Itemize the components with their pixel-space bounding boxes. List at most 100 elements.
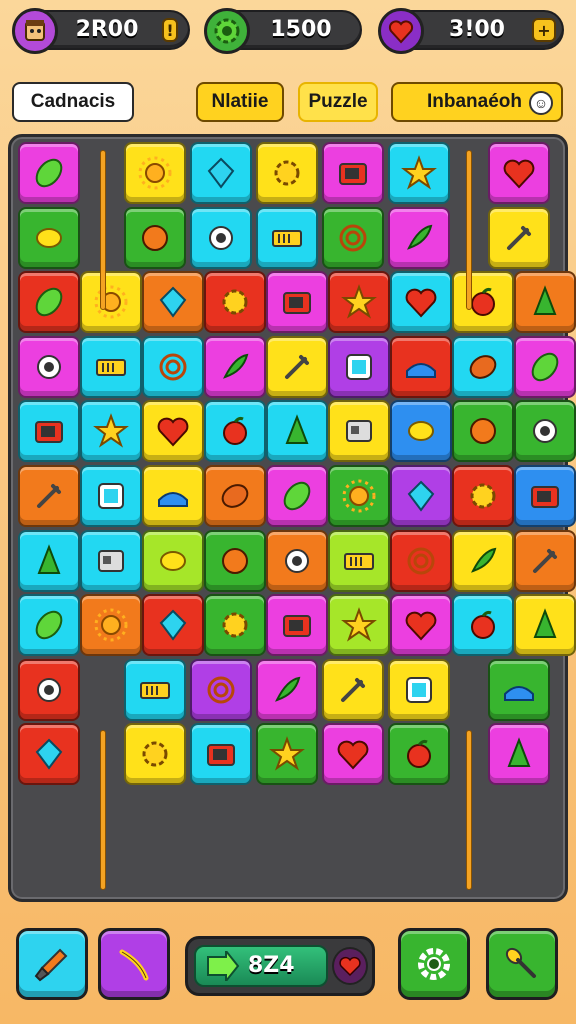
- board-tile[interactable]: [18, 400, 80, 463]
- board-tile[interactable]: [80, 335, 142, 398]
- racket-button[interactable]: [486, 928, 558, 1000]
- board-tile[interactable]: [388, 658, 450, 721]
- gear-value: 1500: [270, 17, 332, 42]
- board-tile[interactable]: [204, 335, 266, 398]
- board-tile[interactable]: [390, 271, 452, 334]
- board-tile[interactable]: [452, 335, 514, 398]
- board-tile[interactable]: [514, 400, 576, 463]
- board-tile[interactable]: [390, 335, 452, 398]
- board-tile[interactable]: [256, 658, 318, 721]
- tab-inbanaeoh[interactable]: Inbanaéoh ☺: [391, 82, 563, 122]
- board-tile[interactable]: [80, 465, 142, 527]
- tab-puzzle[interactable]: Puzzle: [298, 82, 378, 122]
- board-tile[interactable]: [328, 594, 390, 657]
- board-tile[interactable]: [256, 206, 318, 269]
- board-tile[interactable]: [514, 335, 576, 398]
- board-tile[interactable]: [488, 206, 550, 269]
- board-tile[interactable]: [142, 400, 204, 463]
- board-tile[interactable]: [488, 723, 550, 786]
- board-tile[interactable]: [80, 271, 142, 334]
- board-tile[interactable]: [80, 400, 142, 463]
- board-tile[interactable]: [18, 335, 80, 398]
- board-tile[interactable]: [322, 723, 384, 786]
- board-tile[interactable]: [124, 142, 186, 204]
- board-tile[interactable]: [328, 400, 390, 463]
- board-tile[interactable]: [142, 594, 204, 657]
- heart-badge-icon[interactable]: [332, 947, 368, 985]
- board-tile[interactable]: [514, 529, 576, 592]
- settings-button[interactable]: [398, 928, 470, 1000]
- board-tile[interactable]: [328, 271, 390, 334]
- board-tile[interactable]: [488, 142, 550, 204]
- board-tile[interactable]: [18, 658, 80, 721]
- board-tile[interactable]: [256, 142, 318, 204]
- board-tile[interactable]: [452, 529, 514, 592]
- board-tile[interactable]: [18, 271, 80, 334]
- gem-icon: [159, 286, 187, 318]
- resource-gears[interactable]: 1500: [204, 8, 362, 54]
- resource-coins[interactable]: 2R00 !: [12, 8, 190, 54]
- add-hearts-button[interactable]: +: [532, 18, 556, 42]
- tab-nlatiie[interactable]: Nlatiie: [196, 82, 284, 122]
- avatar-icon: [12, 8, 58, 54]
- board-tile[interactable]: [322, 142, 384, 204]
- board-tile[interactable]: [388, 723, 450, 786]
- board-tile[interactable]: [204, 594, 266, 657]
- board-tile[interactable]: [388, 142, 450, 204]
- board-tile[interactable]: [18, 594, 80, 657]
- board-tile[interactable]: [266, 529, 328, 592]
- wand-button[interactable]: [98, 928, 170, 1000]
- board-tile[interactable]: [80, 529, 142, 592]
- board-tile[interactable]: [18, 529, 80, 592]
- board-tile[interactable]: [266, 594, 328, 657]
- board-tile[interactable]: [452, 400, 514, 463]
- board-tile[interactable]: [142, 335, 204, 398]
- board-tile[interactable]: [452, 465, 514, 527]
- board-tile[interactable]: [488, 658, 550, 721]
- eye-icon: [285, 548, 309, 573]
- resource-hearts[interactable]: 3!00 +: [378, 8, 564, 54]
- board-tile[interactable]: [266, 465, 328, 527]
- board-tile[interactable]: [388, 206, 450, 269]
- board-tile[interactable]: [322, 658, 384, 721]
- board-tile[interactable]: [142, 465, 204, 527]
- board-tile[interactable]: [328, 529, 390, 592]
- board-tile[interactable]: [266, 271, 328, 334]
- board-tile[interactable]: [18, 206, 80, 269]
- board-tile[interactable]: [452, 271, 514, 334]
- board-tile[interactable]: [18, 142, 80, 204]
- board-tile[interactable]: [514, 465, 576, 527]
- board-tile[interactable]: [204, 465, 266, 527]
- tab-cadnacis[interactable]: Cadnacis: [12, 82, 134, 122]
- board-tile[interactable]: [190, 206, 252, 269]
- brush-button[interactable]: [16, 928, 88, 1000]
- board-tile[interactable]: [328, 465, 390, 527]
- board-tile[interactable]: [190, 658, 252, 721]
- add-coins-button[interactable]: !: [162, 18, 178, 42]
- board-tile[interactable]: [204, 529, 266, 592]
- board-tile[interactable]: [328, 335, 390, 398]
- board-tile[interactable]: [514, 594, 576, 657]
- board-tile[interactable]: [514, 271, 576, 334]
- board-tile[interactable]: [124, 206, 186, 269]
- board-tile[interactable]: [322, 206, 384, 269]
- board-tile[interactable]: [390, 529, 452, 592]
- board-tile[interactable]: [390, 594, 452, 657]
- board-tile[interactable]: [390, 400, 452, 463]
- board-tile[interactable]: [142, 271, 204, 334]
- board-tile[interactable]: [18, 465, 80, 527]
- board-tile[interactable]: [80, 594, 142, 657]
- board-tile[interactable]: [190, 723, 252, 786]
- board-tile[interactable]: [204, 271, 266, 334]
- board-tile[interactable]: [190, 142, 252, 204]
- board-tile[interactable]: [390, 465, 452, 527]
- board-tile[interactable]: [142, 529, 204, 592]
- board-tile[interactable]: [124, 723, 186, 786]
- board-tile[interactable]: [452, 594, 514, 657]
- board-tile[interactable]: [204, 400, 266, 463]
- board-tile[interactable]: [266, 335, 328, 398]
- board-tile[interactable]: [18, 723, 80, 786]
- board-tile[interactable]: [124, 658, 186, 721]
- board-tile[interactable]: [266, 400, 328, 463]
- board-tile[interactable]: [256, 723, 318, 786]
